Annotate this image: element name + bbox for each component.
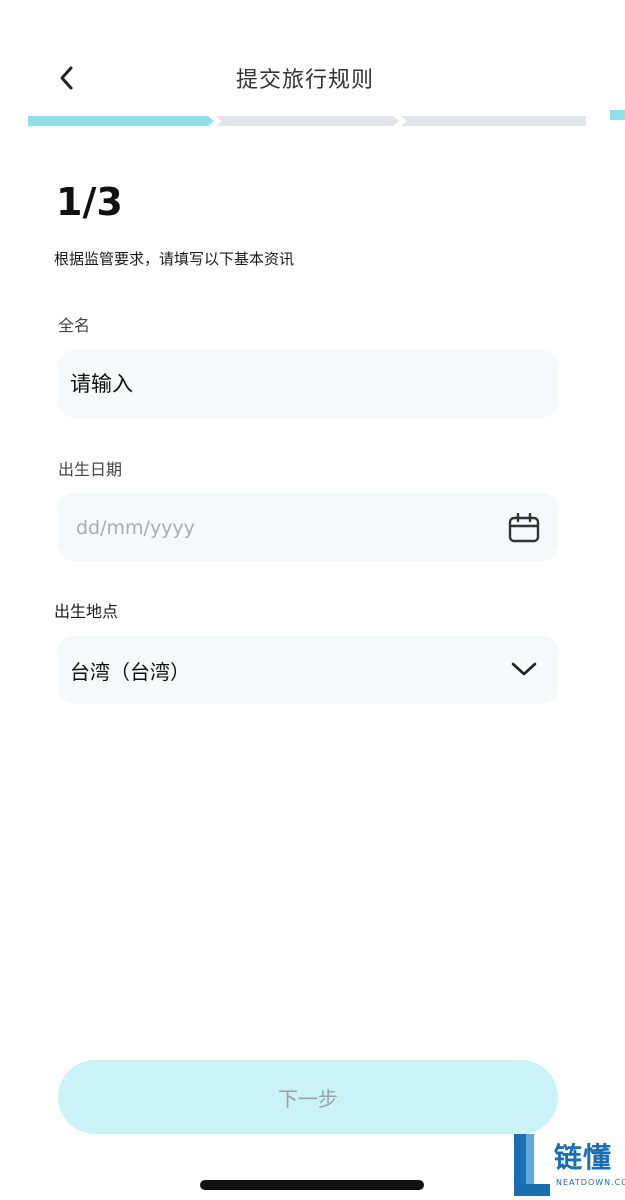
- birth-date-input[interactable]: [58, 493, 488, 561]
- chevron-down-icon: [511, 662, 537, 676]
- dropdown-toggle[interactable]: [510, 660, 538, 678]
- step-progress-bar: [28, 114, 588, 128]
- birth-date-field[interactable]: [58, 493, 558, 561]
- full-name-input[interactable]: [58, 350, 488, 418]
- birth-date-label: 出生日期: [58, 460, 123, 479]
- calendar-button[interactable]: [508, 512, 540, 543]
- watermark-domain: NEATDOWN.COM: [556, 1178, 625, 1187]
- watermark-brand: 链懂: [554, 1141, 613, 1174]
- progress-segment-1: [28, 116, 214, 126]
- full-name-field[interactable]: [58, 350, 558, 418]
- progress-segment-3: [401, 116, 586, 126]
- next-button[interactable]: 下一步: [58, 1060, 558, 1134]
- full-name-label: 全名: [58, 316, 91, 335]
- form-description: 根据监管要求，请填写以下基本资讯: [54, 250, 295, 268]
- progress-segment-2: [216, 116, 399, 126]
- step-indicator: 1/3: [56, 180, 123, 224]
- header: 提交旅行规则: [0, 0, 625, 110]
- home-indicator: [200, 1180, 424, 1190]
- birth-place-label: 出生地点: [54, 602, 119, 621]
- page-title: 提交旅行规则: [235, 68, 374, 93]
- birth-place-value: 台湾（台湾）: [70, 660, 190, 684]
- calendar-icon: [508, 512, 540, 543]
- progress-edge-marker: [610, 110, 625, 120]
- watermark-l-icon: [514, 1134, 550, 1196]
- birth-place-select[interactable]: 台湾（台湾）: [58, 636, 558, 704]
- watermark-logo: 链懂 NEATDOWN.COM: [510, 1130, 625, 1200]
